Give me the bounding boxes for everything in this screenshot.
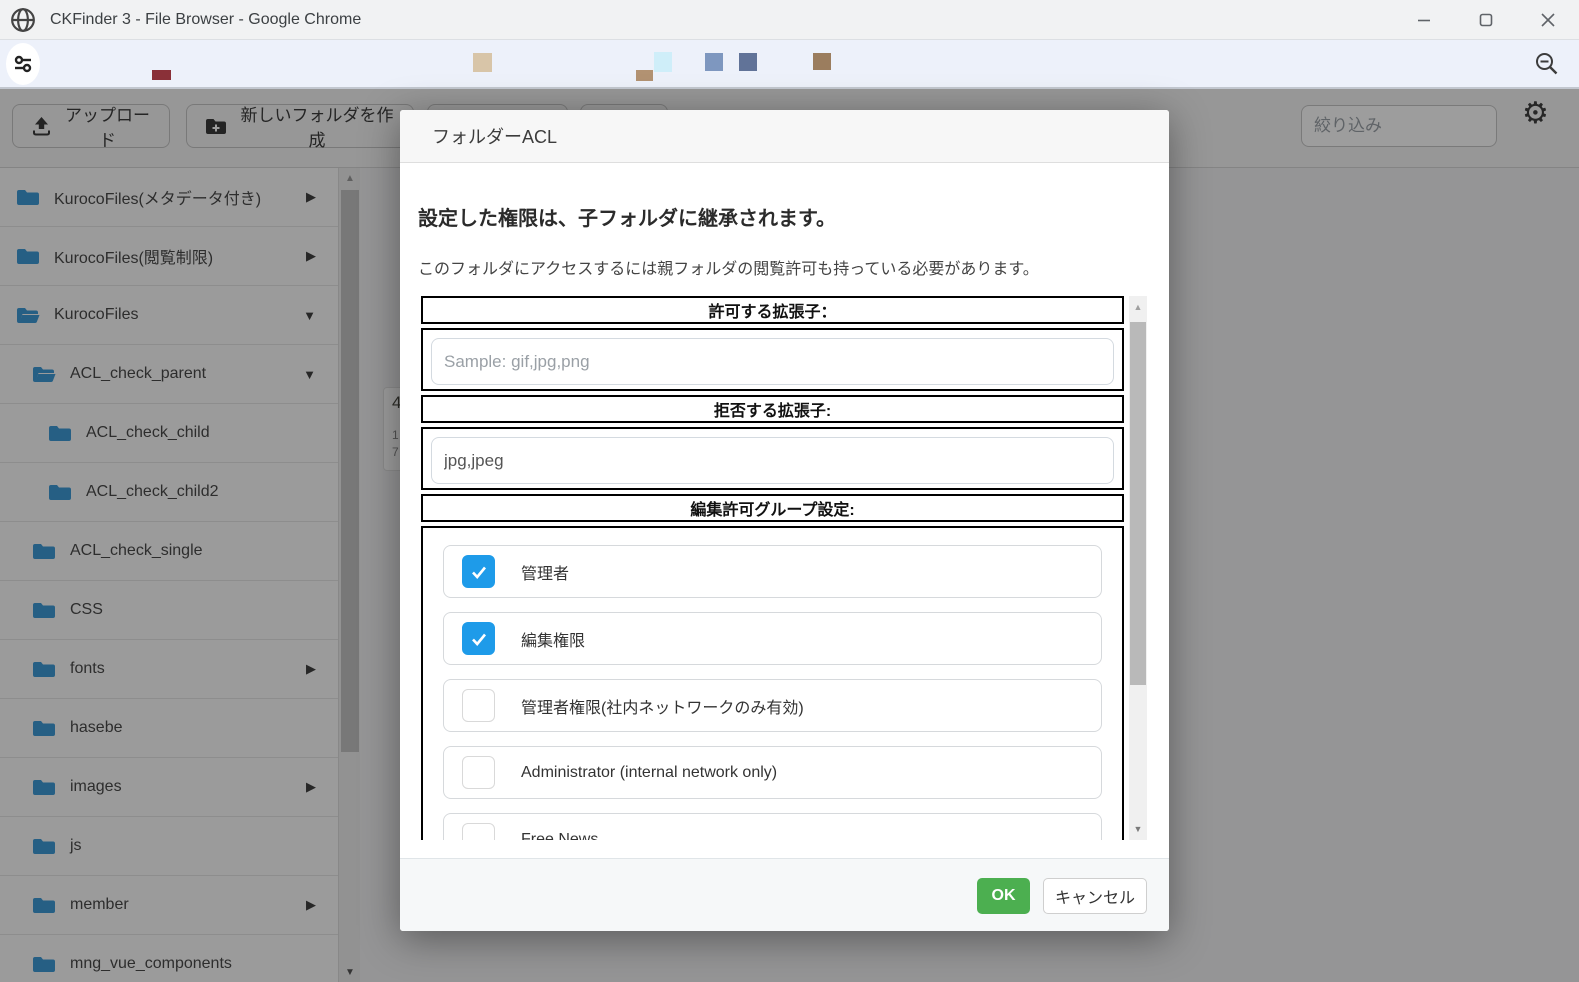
dialog-description: このフォルダにアクセスするには親フォルダの閲覧許可も持っている必要があります。: [418, 261, 1039, 278]
thumbnail-swatch: [152, 70, 171, 80]
group-row-administrator-english[interactable]: Administrator (internal network only): [443, 746, 1102, 799]
cancel-button[interactable]: キャンセル: [1043, 878, 1147, 914]
edit-groups-header: 編集許可グループ設定:: [421, 494, 1124, 522]
dialog-footer: OK キャンセル: [400, 858, 1169, 931]
allowed-extensions-header: 許可する拡張子：: [421, 296, 1124, 324]
group-label: 管理者: [521, 565, 570, 583]
scroll-down-icon[interactable]: ▼: [1129, 818, 1147, 840]
group-label: 編集権限: [521, 632, 586, 650]
group-row-edit-permission[interactable]: 編集権限: [443, 612, 1102, 665]
globe-icon: [11, 7, 35, 32]
checkbox[interactable]: [462, 555, 495, 588]
group-label: Administrator (internal network only): [521, 763, 778, 781]
checkbox[interactable]: [462, 622, 495, 655]
checkmark-icon: [471, 633, 486, 646]
checkbox[interactable]: [462, 823, 495, 840]
checkbox[interactable]: [462, 689, 495, 722]
group-row-clipped[interactable]: Free News: [443, 813, 1102, 840]
browser-secondary-bar: [0, 40, 1579, 89]
checkmark-icon: [471, 566, 486, 579]
minimize-button[interactable]: [1393, 0, 1455, 39]
close-button[interactable]: [1517, 0, 1579, 39]
scroll-up-icon[interactable]: ▲: [1129, 296, 1147, 318]
thumbnail-swatch: [739, 53, 757, 71]
dialog-scrollbar[interactable]: ▲ ▼: [1129, 296, 1147, 840]
window-titlebar: CKFinder 3 - File Browser - Google Chrom…: [0, 0, 1579, 40]
dialog-title: フォルダーACL: [400, 110, 1169, 163]
checkbox[interactable]: [462, 756, 495, 789]
ok-button[interactable]: OK: [977, 878, 1030, 914]
group-label: Free News: [521, 830, 599, 841]
thumbnail-swatch: [473, 53, 492, 72]
window-title: CKFinder 3 - File Browser - Google Chrom…: [50, 10, 362, 28]
edit-groups-list: 管理者 編集権限 管理者権限(社内ネットワークのみ有効) Administrat…: [421, 526, 1124, 840]
thumbnail-swatch: [654, 52, 672, 72]
filters-sliders-icon[interactable]: [6, 43, 40, 85]
maximize-button[interactable]: [1455, 0, 1517, 39]
zoom-out-icon[interactable]: [1535, 52, 1559, 76]
thumbnail-swatch: [813, 53, 831, 70]
denied-extensions-header: 拒否する拡張子:: [421, 395, 1124, 423]
group-row-admin-internal[interactable]: 管理者権限(社内ネットワークのみ有効): [443, 679, 1102, 732]
group-label: 管理者権限(社内ネットワークのみ有効): [521, 699, 804, 717]
dialog-scroll-area: 許可する拡張子： 拒否する拡張子: 編集許可グループ設定: 管理者 編集権限: [421, 296, 1124, 840]
thumbnail-swatch: [636, 70, 653, 81]
scrollbar-thumb[interactable]: [1130, 322, 1146, 685]
dialog-heading: 設定した権限は、子フォルダに継承されます。: [418, 208, 836, 230]
allowed-extensions-input[interactable]: [431, 338, 1114, 385]
thumbnail-swatch: [705, 53, 723, 71]
group-row-admin[interactable]: 管理者: [443, 545, 1102, 598]
folder-acl-dialog: フォルダーACL 設定した権限は、子フォルダに継承されます。 このフォルダにアク…: [400, 110, 1169, 931]
denied-extensions-input[interactable]: [431, 437, 1114, 484]
